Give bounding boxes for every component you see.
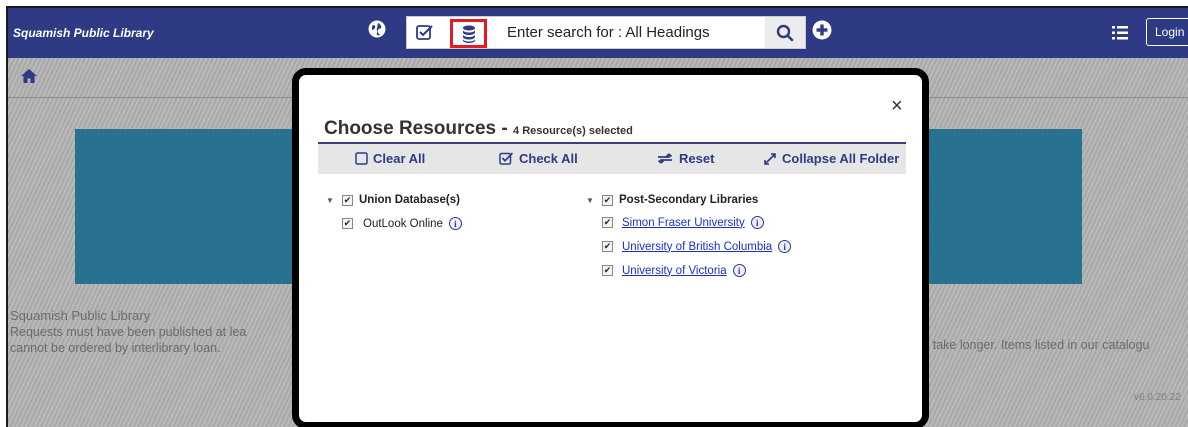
selected-count: 4 Resource(s) selected bbox=[513, 125, 633, 137]
resource-link[interactable]: Simon Fraser University bbox=[622, 217, 745, 229]
resource-checkbox[interactable]: ✔ bbox=[342, 218, 353, 229]
dialog-title-text: Choose Resources bbox=[324, 118, 497, 139]
search-icon bbox=[776, 24, 794, 41]
plus-circle-icon[interactable] bbox=[812, 20, 832, 40]
group-label-post-secondary: Post-Secondary Libraries bbox=[619, 194, 759, 206]
reset-button[interactable]: Reset bbox=[656, 151, 714, 166]
group-row-union: ▼ ✔ Union Database(s) bbox=[326, 194, 460, 206]
info-icon[interactable]: i bbox=[750, 216, 764, 229]
collapse-arrow-icon[interactable]: ▼ bbox=[326, 196, 336, 205]
globe-icon[interactable] bbox=[368, 20, 386, 38]
check-all-label: Check All bbox=[519, 151, 578, 166]
clear-all-label: Clear All bbox=[373, 151, 426, 166]
collapse-arrow-icon[interactable]: ▼ bbox=[586, 196, 596, 205]
top-navbar: Squamish Public Library Enter search for… bbox=[8, 8, 1188, 58]
check-all-button[interactable]: Check All bbox=[499, 151, 578, 166]
resource-row-outlook: ✔ OutLook Online i bbox=[342, 217, 462, 230]
search-bar bbox=[406, 16, 806, 49]
group-checkbox-union[interactable]: ✔ bbox=[342, 194, 353, 206]
login-label: Login bbox=[1155, 25, 1185, 39]
expand-arrows-icon bbox=[764, 152, 776, 165]
checkbox-icon[interactable] bbox=[415, 24, 435, 42]
group-row-post-secondary: ▼ ✔ Post-Secondary Libraries bbox=[586, 194, 758, 206]
resource-row-sfu: ✔ Simon Fraser University i bbox=[602, 216, 764, 229]
app-frame: Squamish Public Library Enter search for… bbox=[6, 6, 1188, 427]
version-label: v6.0.20.22 bbox=[1134, 392, 1181, 403]
dialog-title: Choose Resources - 4 Resource(s) selecte… bbox=[324, 118, 633, 140]
close-icon[interactable]: × bbox=[891, 95, 903, 118]
title-separator: - bbox=[496, 118, 514, 139]
search-button[interactable] bbox=[765, 17, 805, 48]
info-icon[interactable]: i bbox=[778, 240, 792, 253]
resource-row-uvic: ✔ University of Victoria i bbox=[602, 264, 746, 277]
database-icon bbox=[462, 25, 475, 43]
group-label-union: Union Database(s) bbox=[359, 194, 460, 206]
resource-link[interactable]: University of British Columbia bbox=[622, 241, 772, 253]
resource-label: OutLook Online bbox=[363, 217, 443, 230]
brand-name[interactable]: Squamish Public Library bbox=[13, 26, 154, 40]
resource-checkbox[interactable]: ✔ bbox=[602, 265, 613, 276]
reset-label: Reset bbox=[679, 151, 715, 166]
reset-icon bbox=[657, 153, 673, 164]
resource-checkbox[interactable]: ✔ bbox=[602, 217, 613, 228]
resource-link[interactable]: University of Victoria bbox=[622, 265, 727, 277]
list-icon[interactable] bbox=[1112, 25, 1128, 41]
login-button[interactable]: Login bbox=[1146, 18, 1188, 46]
database-select-button[interactable] bbox=[450, 19, 487, 48]
info-icon[interactable]: i bbox=[448, 217, 462, 230]
group-checkbox-post-secondary[interactable]: ✔ bbox=[602, 194, 613, 206]
search-input[interactable] bbox=[507, 17, 757, 48]
resource-toolbar: Clear All Check All Reset Collapse All F… bbox=[318, 142, 906, 174]
clear-all-button[interactable]: Clear All bbox=[355, 151, 425, 166]
choose-resources-dialog: × Choose Resources - 4 Resource(s) selec… bbox=[292, 68, 929, 427]
home-icon[interactable] bbox=[20, 68, 38, 84]
collapse-all-label: Collapse All Folder bbox=[782, 151, 900, 166]
collapse-all-button[interactable]: Collapse All Folder bbox=[763, 151, 899, 166]
checked-box-icon bbox=[499, 152, 514, 165]
info-icon[interactable]: i bbox=[732, 264, 746, 277]
unchecked-box-icon bbox=[355, 152, 368, 165]
info-line-right: y take longer. Items listed in our catal… bbox=[923, 338, 1150, 352]
resource-checkbox[interactable]: ✔ bbox=[602, 241, 613, 252]
resource-row-ubc: ✔ University of British Columbia i bbox=[602, 240, 792, 253]
